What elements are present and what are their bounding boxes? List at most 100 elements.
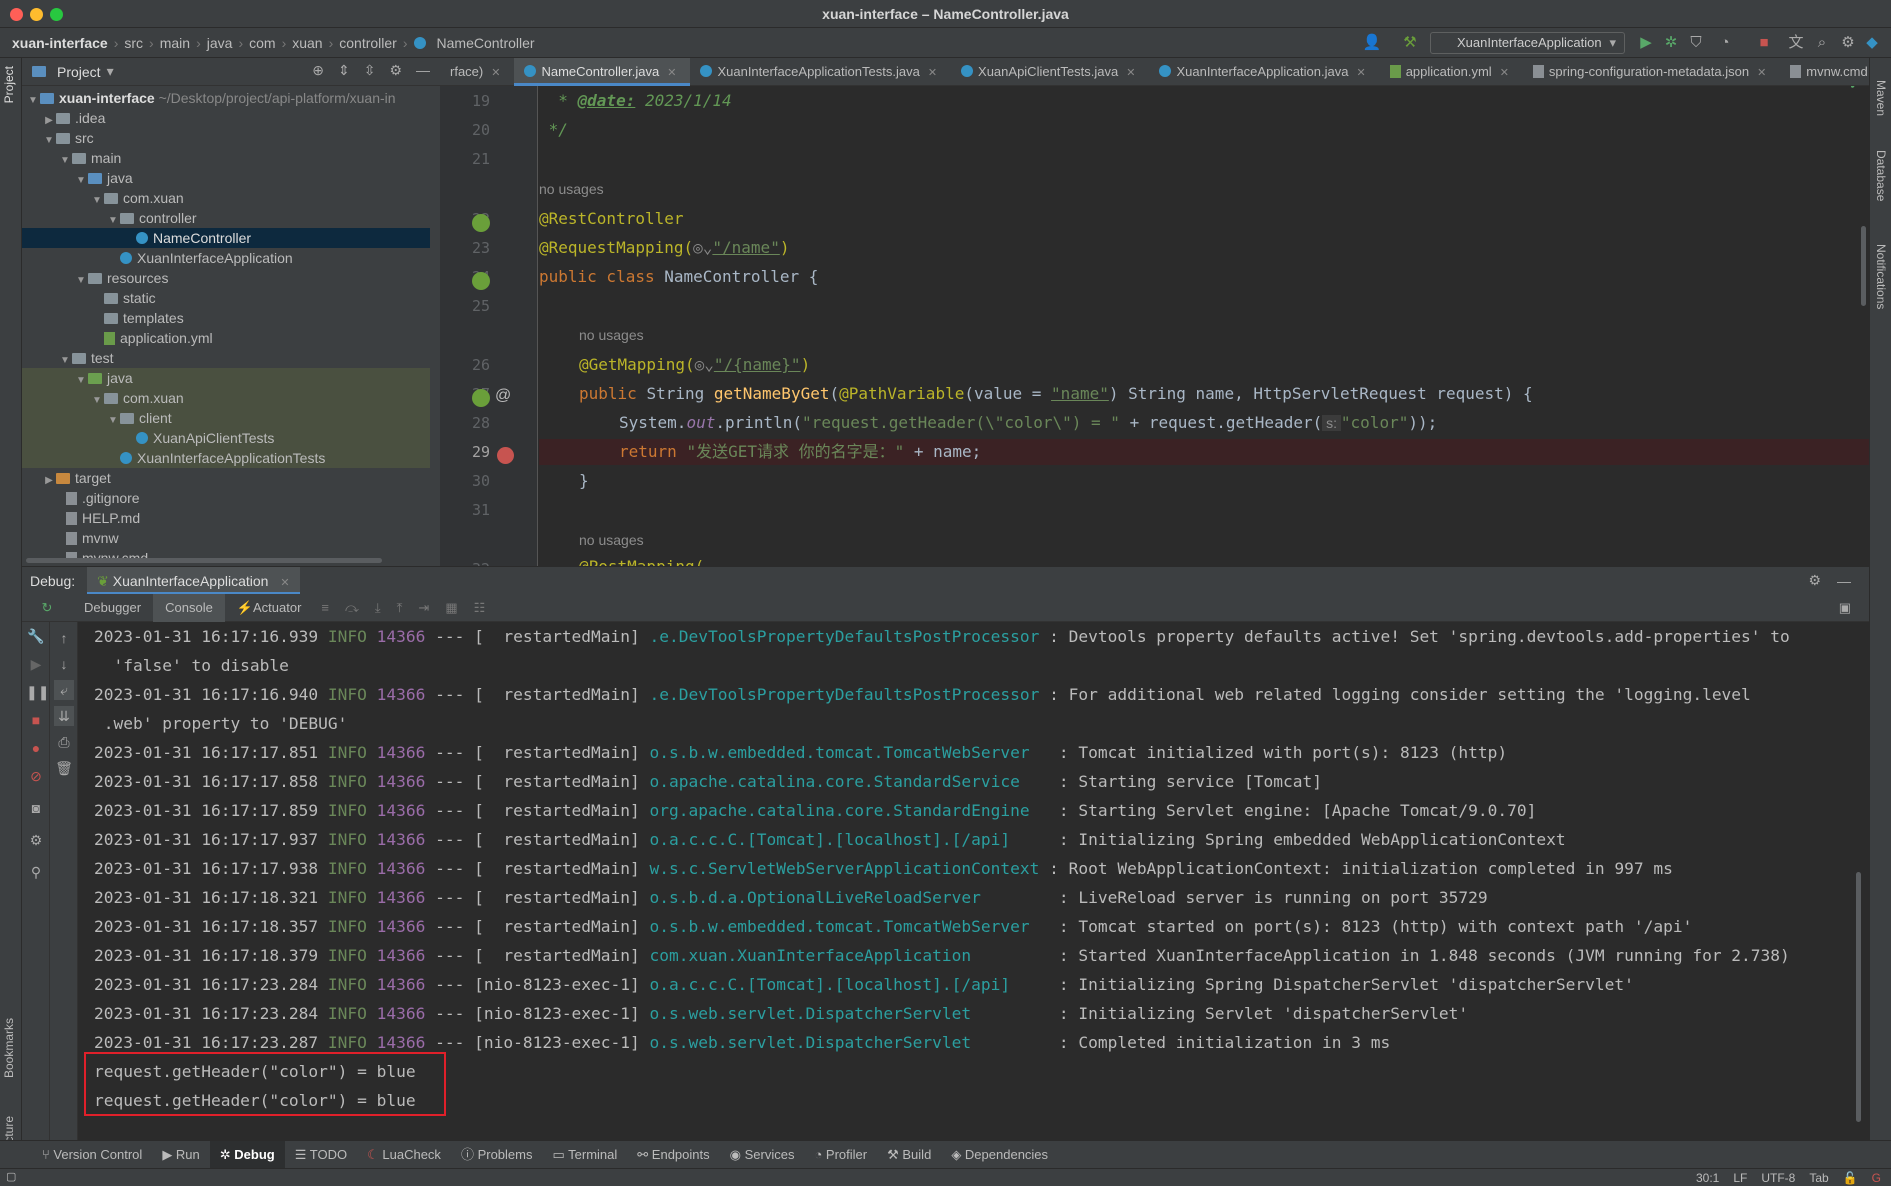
breadcrumb-item[interactable]: xuan: [292, 35, 322, 51]
print-icon[interactable]: ⎙: [54, 732, 74, 752]
tree-item-mvnw[interactable]: mvnw: [22, 528, 430, 548]
tree-item-test[interactable]: ▼ test: [22, 348, 430, 368]
tool-build[interactable]: ⚒ Build: [877, 1141, 941, 1169]
expand-all-icon[interactable]: ⇕: [338, 62, 350, 79]
indent-setting[interactable]: Tab: [1809, 1169, 1828, 1186]
project-view-select[interactable]: Project: [57, 64, 101, 80]
run-configuration-select[interactable]: XuanInterfaceApplication ▾: [1430, 32, 1625, 54]
build-hammer-icon[interactable]: ⚒: [1400, 33, 1420, 53]
translate-icon[interactable]: 文: [1786, 33, 1806, 53]
tab-xuan-api-client-tests[interactable]: XuanApiClientTests.java ✕: [951, 58, 1149, 86]
scroll-to-end-icon[interactable]: ⇊: [54, 706, 74, 726]
tab-spring-configuration-metadata[interactable]: spring-configuration-metadata.json ✕: [1523, 58, 1780, 86]
camera-icon[interactable]: ◙: [26, 798, 46, 818]
breadcrumb-item[interactable]: xuan-interface: [12, 35, 108, 51]
tab-application-yml[interactable]: application.yml ✕: [1380, 58, 1523, 86]
tab-xuan-interface-application-tests[interactable]: XuanInterfaceApplicationTests.java ✕: [690, 58, 951, 86]
vertical-scrollbar[interactable]: [1861, 226, 1866, 306]
run-icon[interactable]: ▶: [1636, 33, 1656, 53]
tree-item-xuan-api-client-tests[interactable]: XuanApiClientTests: [22, 428, 430, 448]
file-encoding[interactable]: UTF-8: [1761, 1169, 1795, 1186]
toggle-tool-windows-icon[interactable]: ▢: [6, 1170, 16, 1183]
tree-item-test-com-xuan[interactable]: ▼ com.xuan: [22, 388, 430, 408]
rerun-icon[interactable]: ↻: [22, 600, 72, 616]
tree-item-com-xuan[interactable]: ▼ com.xuan: [22, 188, 430, 208]
wrench-icon[interactable]: 🔧: [26, 626, 46, 646]
pause-icon[interactable]: ❚❚: [26, 682, 49, 702]
notifications-tool-button[interactable]: Notifications: [1874, 244, 1888, 309]
close-window-button[interactable]: [10, 8, 23, 21]
tool-run[interactable]: ▶ Run: [152, 1141, 209, 1169]
coverage-icon[interactable]: ⛉: [1686, 33, 1706, 53]
horizontal-scrollbar[interactable]: [26, 558, 382, 563]
pin-icon[interactable]: ⚲: [26, 862, 46, 882]
globe-icon[interactable]: ◎⌄: [695, 355, 714, 374]
breakpoint-icon[interactable]: [497, 447, 514, 464]
step-into-icon[interactable]: ⤓: [367, 600, 389, 616]
breadcrumb-item[interactable]: main: [160, 35, 190, 51]
tool-luacheck[interactable]: ☾ LuaCheck: [357, 1141, 451, 1169]
tree-item-templates[interactable]: templates: [22, 308, 430, 328]
evaluate-icon[interactable]: ▦: [437, 600, 465, 616]
spring-bean-icon[interactable]: [472, 214, 490, 232]
tree-item-xuan-interface-application[interactable]: XuanInterfaceApplication: [22, 248, 430, 268]
spring-endpoint-icon[interactable]: [472, 389, 490, 407]
view-breakpoints-icon[interactable]: ●: [26, 738, 46, 758]
gear-icon[interactable]: ⚙: [389, 62, 402, 79]
debug-icon[interactable]: ✲: [1661, 33, 1681, 53]
tab-debugger[interactable]: Debugger: [72, 594, 153, 622]
step-out-icon[interactable]: ⤒: [389, 600, 411, 616]
settings-icon[interactable]: ⚙: [26, 830, 46, 850]
tree-item-idea[interactable]: ▶ .idea: [22, 108, 430, 128]
plugin-icon[interactable]: ◆: [1862, 33, 1882, 53]
tool-services[interactable]: ◉ Services: [720, 1141, 805, 1169]
lock-icon[interactable]: 🔓: [1843, 1169, 1858, 1186]
user-icon[interactable]: 👤: [1362, 33, 1382, 53]
breadcrumb-item[interactable]: NameController: [437, 35, 535, 51]
database-tool-button[interactable]: Database: [1874, 150, 1888, 201]
tree-item-src[interactable]: ▼ src: [22, 128, 430, 148]
tree-item-static[interactable]: static: [22, 288, 430, 308]
close-icon[interactable]: ✕: [280, 577, 289, 589]
debug-session-tab[interactable]: ❦ XuanInterfaceApplication ✕: [87, 566, 300, 595]
soft-wrap-icon[interactable]: ⤶: [54, 680, 74, 700]
close-icon[interactable]: ✕: [928, 67, 937, 79]
tool-problems[interactable]: ⓘ Problems: [451, 1141, 543, 1169]
tool-dependencies[interactable]: ◈ Dependencies: [941, 1141, 1058, 1169]
tree-item-name-controller[interactable]: NameController: [22, 228, 430, 248]
close-icon[interactable]: ✕: [1126, 67, 1135, 79]
tab-actuator[interactable]: ⚡Actuator: [225, 594, 314, 622]
breadcrumb-item[interactable]: com: [249, 35, 275, 51]
bookmarks-tool-button[interactable]: Bookmarks: [2, 1018, 16, 1078]
search-icon[interactable]: ⌕: [1812, 33, 1832, 53]
breadcrumb-item[interactable]: src: [124, 35, 143, 51]
tree-item-controller[interactable]: ▼ controller: [22, 208, 430, 228]
breadcrumb-item[interactable]: controller: [339, 35, 397, 51]
chevron-down-icon[interactable]: ▾: [107, 63, 114, 80]
hide-icon[interactable]: —: [1837, 573, 1851, 589]
collapse-all-icon[interactable]: ⇳: [364, 62, 376, 79]
arrow-down-icon[interactable]: ↓: [54, 654, 74, 674]
trash-icon[interactable]: 🗑: [54, 758, 74, 778]
line-separator[interactable]: LF: [1733, 1169, 1747, 1186]
stop-icon[interactable]: ■: [1754, 33, 1774, 53]
spring-bean-icon[interactable]: [472, 272, 490, 290]
gear-icon[interactable]: ⚙: [1808, 572, 1821, 589]
tool-debug[interactable]: ✲ Debug: [209, 1140, 285, 1169]
tree-item-target[interactable]: ▶ target: [22, 468, 430, 488]
close-icon[interactable]: ✕: [667, 67, 676, 79]
globe-icon[interactable]: ◎⌄: [693, 238, 712, 257]
close-icon[interactable]: ✕: [1757, 67, 1766, 79]
step-over-icon[interactable]: ⤼: [337, 600, 367, 616]
code-editor[interactable]: * @date: 2023/1/14 */ no usages @RestCon…: [539, 86, 1869, 566]
tree-item-xuan-interface[interactable]: ▼ xuan-interface ~/Desktop/project/api-pl…: [22, 88, 430, 108]
close-icon[interactable]: ✕: [491, 67, 500, 79]
tree-item-main[interactable]: ▼ main: [22, 148, 430, 168]
project-tool-button[interactable]: Project: [2, 66, 16, 103]
tool-terminal[interactable]: ▭ Terminal: [542, 1141, 627, 1169]
close-icon[interactable]: ✕: [1500, 67, 1509, 79]
locate-icon[interactable]: ⊕: [312, 62, 324, 79]
tab-name-controller[interactable]: NameController.java ✕: [514, 58, 691, 86]
tree-item-resources[interactable]: ▼ resources: [22, 268, 430, 288]
tab-rface[interactable]: rface) ✕: [440, 58, 514, 86]
